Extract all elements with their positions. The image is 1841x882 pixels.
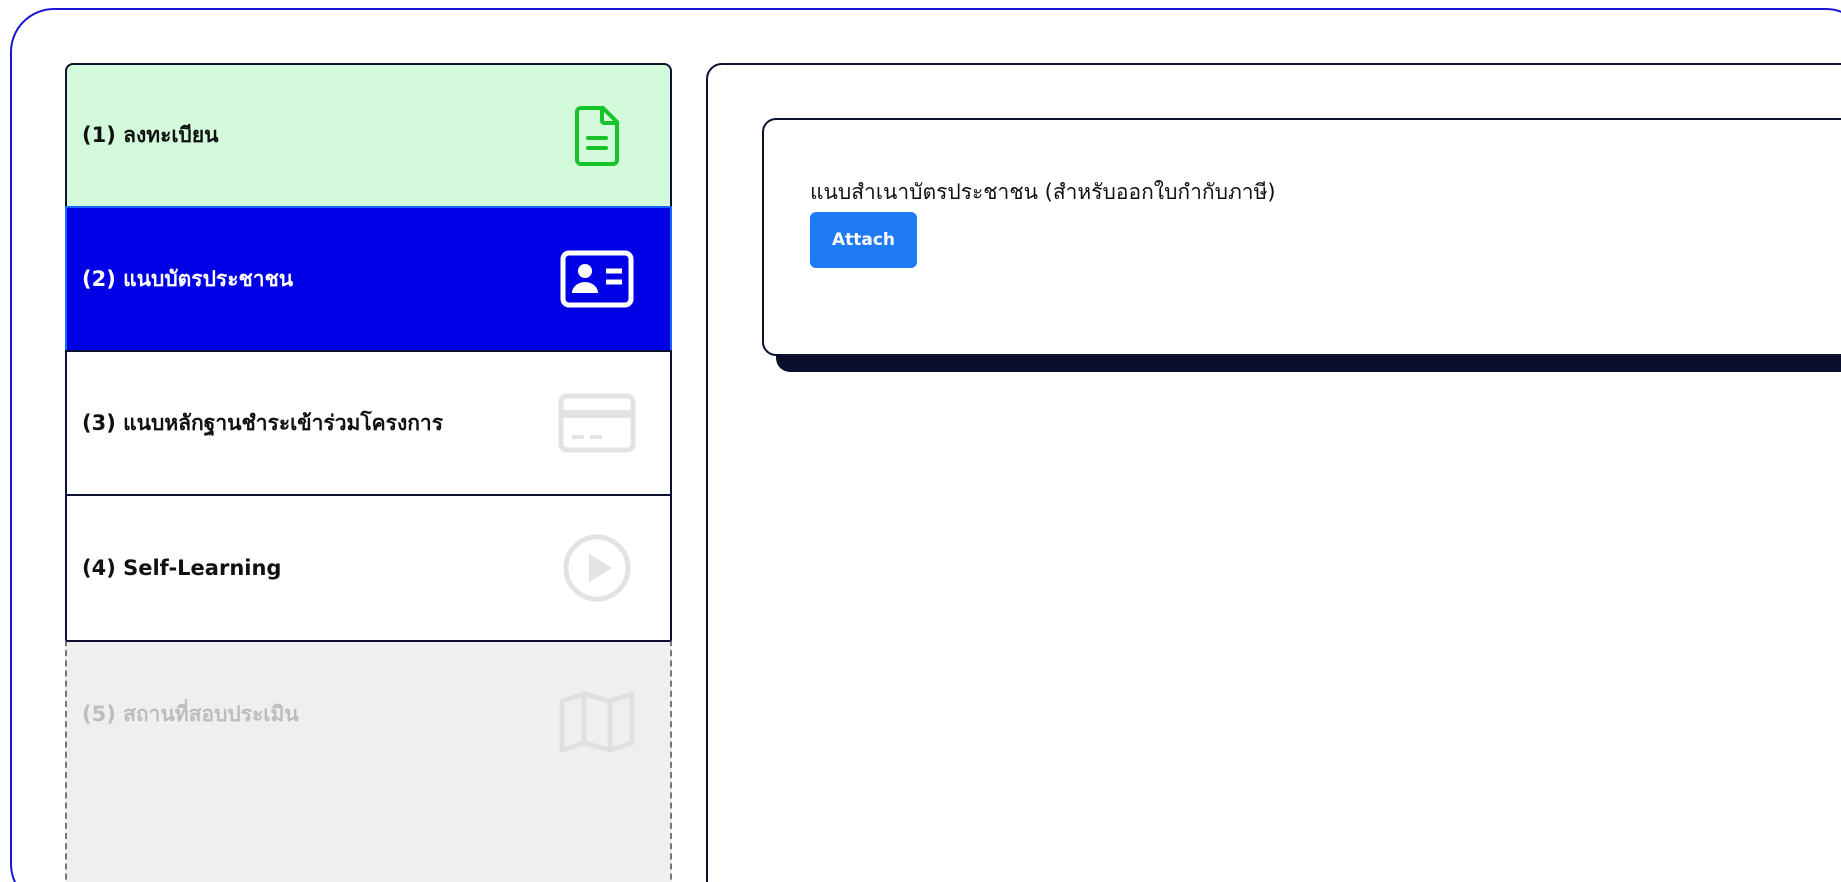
step-label: (4) Self-Learning: [82, 556, 282, 580]
step-register[interactable]: (1) ลงทะเบียน: [65, 63, 672, 208]
play-circle-icon: [552, 528, 642, 608]
id-card-icon: [552, 239, 642, 319]
step-label: (3) แนบหลักฐานชำระเข้าร่วมโครงการ: [82, 410, 443, 435]
step-attach-payment[interactable]: (3) แนบหลักฐานชำระเข้าร่วมโครงการ: [65, 350, 672, 496]
card-title: แนบสำเนาบัตรประชาชน (สำหรับออกใบกำกับภาษ…: [810, 180, 1276, 204]
step-list: (1) ลงทะเบียน (2) แนบบัตรประชาชน (3) แนบ…: [65, 63, 672, 882]
step-label: (2) แนบบัตรประชาชน: [82, 266, 294, 291]
step-label: (5) สถานที่สอบประเมิน: [82, 702, 299, 726]
attach-id-card-card: แนบสำเนาบัตรประชาชน (สำหรับออกใบกำกับภาษ…: [762, 118, 1841, 356]
step-self-learning[interactable]: (4) Self-Learning: [65, 494, 672, 642]
credit-card-icon: [552, 383, 642, 463]
attach-button[interactable]: Attach: [810, 212, 917, 268]
step-exam-location: (5) สถานที่สอบประเมิน: [65, 640, 672, 882]
step-label: (1) ลงทะเบียน: [82, 123, 219, 147]
step-attach-id-card[interactable]: (2) แนบบัตรประชาชน: [65, 206, 672, 352]
document-icon: [552, 96, 642, 176]
map-icon: [552, 682, 642, 762]
